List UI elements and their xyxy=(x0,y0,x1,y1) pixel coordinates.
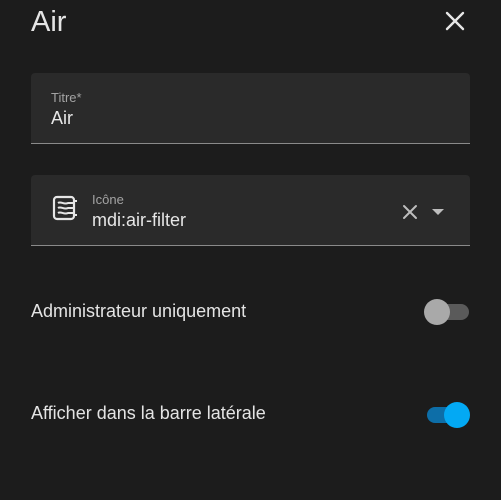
icon-field-label: Icône xyxy=(92,192,124,207)
close-button[interactable] xyxy=(440,6,470,36)
admin-only-label: Administrateur uniquement xyxy=(31,301,247,321)
title-field[interactable]: Titre* Air xyxy=(31,73,470,144)
edit-dashboard-dialog: Air Titre* Air Icône mdi:air-filter Admi… xyxy=(0,0,501,500)
toggle-thumb xyxy=(424,299,450,325)
chevron-down-icon[interactable] xyxy=(431,207,445,217)
admin-only-toggle[interactable] xyxy=(424,299,470,325)
air-filter-icon xyxy=(52,195,77,221)
toggle-thumb xyxy=(444,402,470,428)
clear-icon[interactable] xyxy=(401,203,419,221)
show-in-sidebar-label: Afficher dans la barre latérale xyxy=(31,403,266,423)
icon-picker-field[interactable]: Icône mdi:air-filter xyxy=(31,175,470,246)
dialog-title: Air xyxy=(31,6,67,38)
show-in-sidebar-toggle[interactable] xyxy=(424,402,470,428)
title-field-value[interactable]: Air xyxy=(51,108,73,129)
icon-field-value[interactable]: mdi:air-filter xyxy=(92,210,186,231)
close-icon xyxy=(445,11,465,31)
title-field-label: Titre* xyxy=(51,90,82,105)
